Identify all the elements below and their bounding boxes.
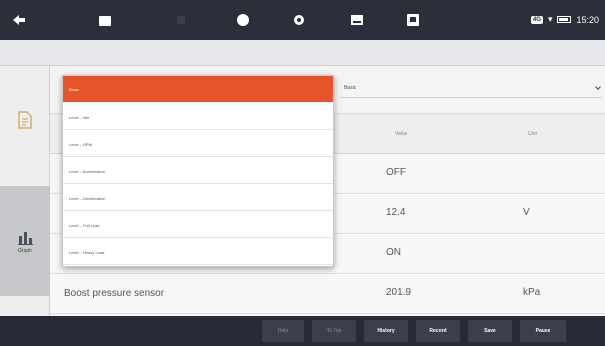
to-top-button[interactable]: To Top xyxy=(312,320,356,342)
record-button[interactable]: Record xyxy=(416,320,460,342)
clock-time: 15:20 xyxy=(576,14,599,25)
column-header-unit: Unit xyxy=(528,131,537,137)
screenshot-icon[interactable] xyxy=(348,11,366,29)
mode-select[interactable]: Basic xyxy=(340,80,602,98)
system-status: 4G ▾ 15:20 xyxy=(530,14,599,25)
settings-icon[interactable] xyxy=(290,11,308,29)
row-value: 201.9 xyxy=(386,287,412,298)
row-value: ON xyxy=(386,247,401,258)
back-icon[interactable] xyxy=(10,11,28,29)
dropdown-option-selected[interactable]: Basic xyxy=(63,76,333,102)
top-status-bar: 4G ▾ 15:20 xyxy=(0,0,605,40)
toolbar-icon-2[interactable] xyxy=(172,11,190,29)
dropdown-option[interactable]: Level – Heavy Load xyxy=(63,239,333,265)
vehicle-icon[interactable] xyxy=(96,11,114,29)
mode-select-value: Basic xyxy=(344,85,357,91)
row-name: Boost pressure sensor xyxy=(64,288,165,299)
document-icon xyxy=(18,111,32,129)
dropdown-option[interactable]: Level – Idle xyxy=(63,104,333,130)
network-badge: 4G xyxy=(530,15,543,24)
info-icon[interactable] xyxy=(234,11,252,29)
row-value: OFF xyxy=(386,167,406,178)
row-unit: V xyxy=(523,207,530,218)
dropdown-option[interactable]: Level – Deceleration xyxy=(63,185,333,211)
battery-icon xyxy=(557,16,572,23)
wifi-icon: ▾ xyxy=(547,14,553,24)
pause-button[interactable]: Pause xyxy=(520,320,566,342)
sidebar-item-graph-label: Graph xyxy=(18,248,32,254)
help-button[interactable]: Help xyxy=(262,320,304,342)
sidebar-item-graph[interactable]: Graph xyxy=(0,186,50,296)
graph-icon xyxy=(18,232,33,245)
mode-dropdown-menu: Basic Level – Idle Level – RPM Level – A… xyxy=(62,75,334,267)
table-row[interactable]: Boost pressure sensor 201.9 kPa xyxy=(50,274,605,314)
sidebar-item-document[interactable] xyxy=(0,98,50,142)
breadcrumb xyxy=(0,40,605,66)
bottom-action-bar: Help To Top History Record Save Pause xyxy=(0,316,605,346)
dropdown-option[interactable]: Level – Full Load xyxy=(63,212,333,238)
dropdown-option[interactable]: Level – RPM xyxy=(63,131,333,157)
column-header-value: Value xyxy=(395,131,408,137)
save-button[interactable]: Save xyxy=(468,320,512,342)
row-unit: kPa xyxy=(523,287,541,298)
chevron-down-icon xyxy=(595,84,601,90)
row-value: 12.4 xyxy=(386,207,406,218)
save-icon[interactable] xyxy=(404,11,422,29)
left-sidebar: Graph xyxy=(0,66,50,316)
dropdown-option[interactable]: Level – Acceleration xyxy=(63,158,333,184)
history-button[interactable]: History xyxy=(364,320,408,342)
